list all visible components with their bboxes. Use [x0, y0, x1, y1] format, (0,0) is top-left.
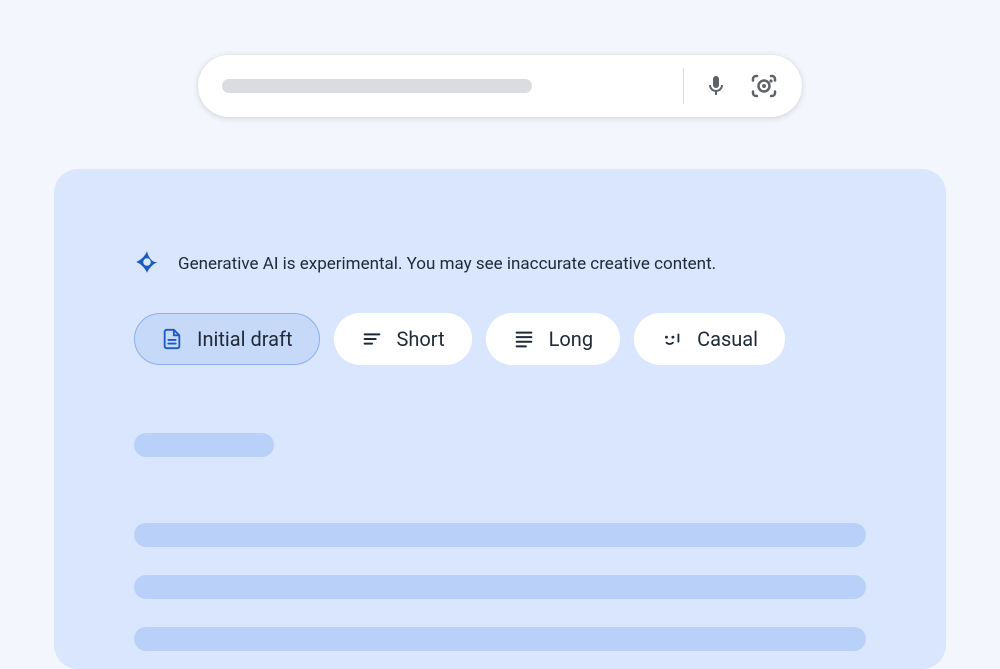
sparkle-icon — [134, 249, 160, 279]
content-panel: Generative AI is experimental. You may s… — [54, 169, 946, 669]
chip-label: Long — [549, 327, 593, 351]
placeholder-line — [134, 627, 866, 651]
placeholder-line — [134, 523, 866, 547]
short-text-icon — [361, 328, 383, 350]
search-divider — [683, 68, 684, 104]
long-text-icon — [513, 328, 535, 350]
chip-short[interactable]: Short — [334, 313, 472, 365]
chip-label: Casual — [697, 327, 758, 351]
chips-row: Initial draft Short — [134, 313, 866, 365]
search-container — [0, 0, 1000, 117]
placeholder-line — [134, 575, 866, 599]
chip-initial-draft[interactable]: Initial draft — [134, 313, 320, 365]
document-icon — [161, 328, 183, 350]
content-placeholder — [134, 433, 866, 651]
chip-casual[interactable]: Casual — [634, 313, 785, 365]
chip-label: Short — [397, 327, 445, 351]
camera-lens-icon[interactable] — [750, 72, 778, 100]
casual-emoticon-icon — [661, 328, 683, 350]
search-icons — [704, 72, 778, 100]
disclaimer-row: Generative AI is experimental. You may s… — [134, 249, 866, 279]
search-input-placeholder[interactable] — [222, 79, 532, 93]
placeholder-line — [134, 433, 274, 457]
microphone-icon[interactable] — [704, 74, 728, 98]
disclaimer-text: Generative AI is experimental. You may s… — [178, 254, 716, 274]
search-bar[interactable] — [198, 55, 802, 117]
chip-long[interactable]: Long — [486, 313, 620, 365]
chip-label: Initial draft — [197, 327, 293, 351]
